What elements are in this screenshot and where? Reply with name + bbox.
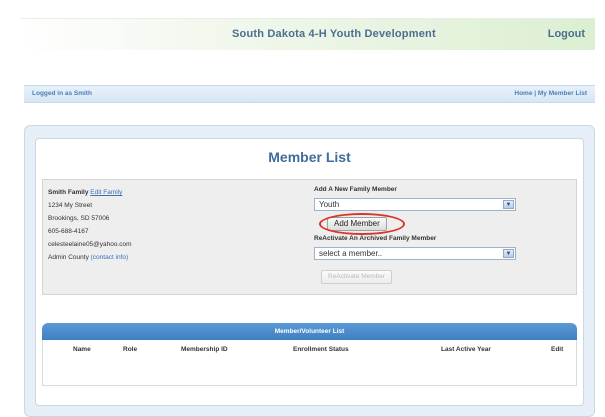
top-header-bar: South Dakota 4-H Youth Development Logou… [20, 18, 595, 50]
home-link[interactable]: Home [514, 90, 532, 97]
family-info-box: Smith Family Edit Family 1234 My Street … [42, 179, 577, 295]
member-volunteer-list-header: Member/Volunteer List [42, 323, 577, 340]
edit-family-link[interactable]: Edit Family [90, 189, 122, 196]
family-phone: 605-688-4167 [48, 228, 89, 235]
site-title: South Dakota 4-H Youth Development [232, 28, 436, 40]
family-street: 1234 My Street [48, 202, 93, 209]
member-volunteer-table: Name Role Membership ID Enrollment Statu… [42, 340, 577, 386]
contact-info-link[interactable]: (contact info) [91, 254, 129, 261]
archived-member-select[interactable]: select a member.. ▼ [314, 247, 516, 260]
member-type-select[interactable]: Youth ▼ [314, 198, 516, 211]
top-nav-links: Home | My Member List [514, 90, 587, 97]
logged-in-status: Logged in as Smith [32, 90, 92, 97]
member-list-panel: Member List Smith Family Edit Family 123… [35, 138, 584, 406]
reactivate-member-button[interactable]: ReActivate Member [321, 270, 393, 284]
chevron-down-icon: ▼ [503, 249, 514, 258]
add-member-header: Add A New Family Member [314, 186, 397, 193]
family-details: Smith Family Edit Family 1234 My Street … [48, 186, 132, 264]
family-email: celesteelaine05@yahoo.com [48, 241, 132, 248]
add-member-section: Add A New Family Member Youth ▼ Add Memb… [314, 186, 519, 284]
column-header-role: Role [123, 346, 138, 353]
my-member-list-link[interactable]: My Member List [538, 90, 587, 97]
column-header-enrollment-status: Enrollment Status [293, 346, 349, 353]
user-info-bar: Logged in as Smith Home | My Member List [24, 85, 595, 103]
family-city: Brookings, SD 57006 [48, 215, 110, 222]
family-name: Smith Family [48, 189, 89, 196]
column-header-edit: Edit [551, 346, 564, 353]
column-header-name: Name [73, 346, 91, 353]
column-header-last-active-year: Last Active Year [441, 346, 491, 353]
logout-link[interactable]: Logout [548, 28, 585, 40]
member-type-value: Youth [319, 200, 340, 209]
family-county: Admin County [48, 254, 89, 261]
archived-member-value: select a member.. [319, 249, 383, 258]
column-header-membership-id: Membership ID [181, 346, 228, 353]
chevron-down-icon: ▼ [503, 200, 514, 209]
reactivate-header: ReActivate An Archived Family Member [314, 235, 437, 242]
page-title: Member List [268, 149, 351, 165]
add-member-button-wrap: Add Member [319, 213, 405, 235]
highlight-circle [319, 213, 405, 235]
